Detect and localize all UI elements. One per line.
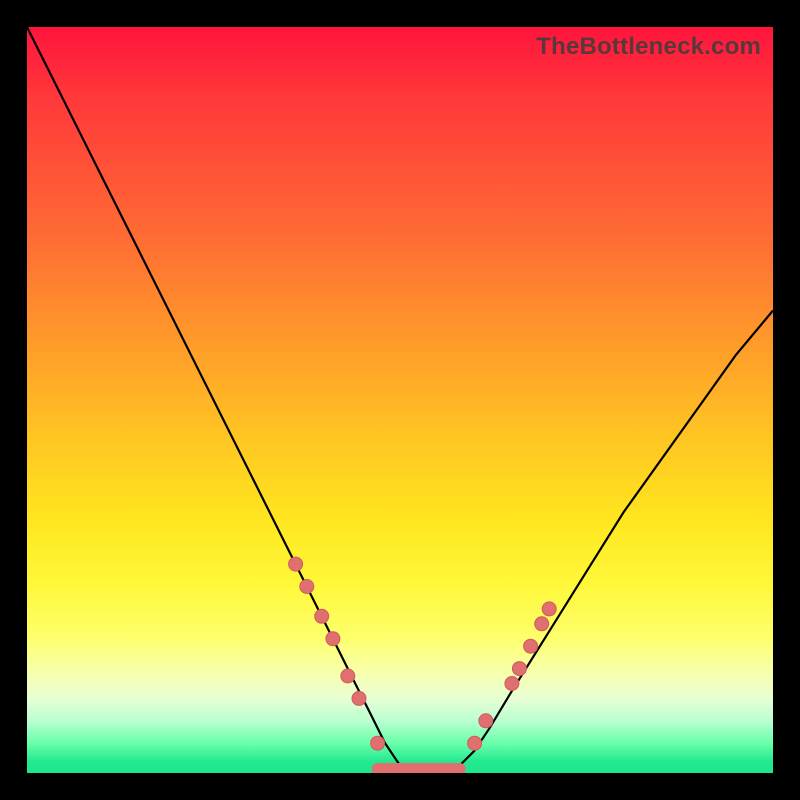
curve-marker [300,580,314,594]
curve-marker [505,677,519,691]
markers-right [468,602,557,750]
curve-marker [468,736,482,750]
curve-marker [352,691,366,705]
chart-frame: TheBottleneck.com [0,0,800,800]
curve-marker [341,669,355,683]
plot-area: TheBottleneck.com [27,27,773,773]
curve-marker [479,714,493,728]
curve-marker [535,617,549,631]
curve-marker [524,639,538,653]
watermark-text: TheBottleneck.com [536,33,761,61]
markers-left [289,557,385,750]
curve-line [27,27,773,773]
bottleneck-curve [27,27,773,773]
curve-marker [289,557,303,571]
curve-marker [542,602,556,616]
curve-marker [315,609,329,623]
curve-marker [371,736,385,750]
curve-marker [512,662,526,676]
curve-marker [326,632,340,646]
